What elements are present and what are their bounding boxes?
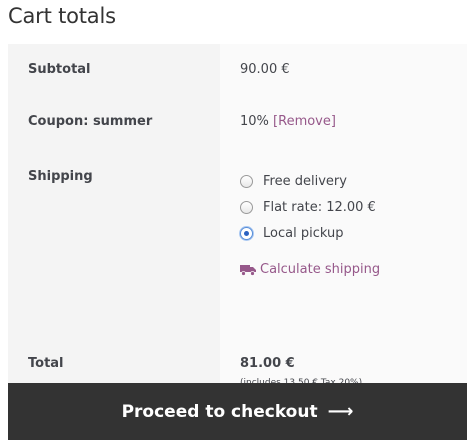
cart-totals-heading: Cart totals bbox=[8, 4, 116, 28]
calculate-shipping-label: Calculate shipping bbox=[260, 262, 381, 277]
remove-coupon-link[interactable]: [Remove] bbox=[273, 114, 336, 129]
coupon-cell: 10% [Remove] bbox=[220, 96, 467, 148]
shipping-option-local-pickup[interactable]: Local pickup bbox=[240, 220, 467, 246]
total-value: 81.00 € bbox=[240, 356, 295, 371]
shipping-option-label: Local pickup bbox=[263, 225, 344, 241]
local-pickup-radio[interactable] bbox=[240, 226, 253, 240]
coupon-label: Coupon: summer bbox=[8, 96, 220, 148]
shipping-option-free-delivery[interactable]: Free delivery bbox=[240, 168, 467, 194]
checkout-label: Proceed to checkout bbox=[121, 401, 318, 422]
free-delivery-radio[interactable] bbox=[240, 174, 253, 188]
truck-icon bbox=[240, 264, 256, 276]
shipping-row: Shipping Free delivery Flat rate: 12.00 … bbox=[8, 148, 467, 338]
shipping-option-flat-rate[interactable]: Flat rate: 12.00 € bbox=[240, 194, 467, 220]
subtotal-value: 90.00 € bbox=[220, 44, 467, 96]
shipping-option-label: Free delivery bbox=[263, 173, 347, 189]
flat-rate-radio[interactable] bbox=[240, 200, 253, 214]
cart-totals-table: Subtotal 90.00 € Coupon: summer 10% [Rem… bbox=[8, 44, 467, 408]
shipping-cell: Free delivery Flat rate: 12.00 € Local p… bbox=[220, 148, 467, 338]
shipping-label: Shipping bbox=[8, 148, 220, 338]
arrow-right-icon: ⟶ bbox=[327, 401, 354, 422]
subtotal-label: Subtotal bbox=[8, 44, 220, 96]
coupon-row: Coupon: summer 10% [Remove] bbox=[8, 96, 467, 148]
coupon-discount: 10% bbox=[240, 114, 269, 129]
shipping-options: Free delivery Flat rate: 12.00 € Local p… bbox=[240, 168, 467, 246]
shipping-option-label: Flat rate: 12.00 € bbox=[263, 199, 376, 215]
subtotal-row: Subtotal 90.00 € bbox=[8, 44, 467, 96]
proceed-to-checkout-button[interactable]: Proceed to checkout ⟶ bbox=[8, 383, 467, 440]
calculate-shipping-link[interactable]: Calculate shipping bbox=[240, 262, 467, 277]
